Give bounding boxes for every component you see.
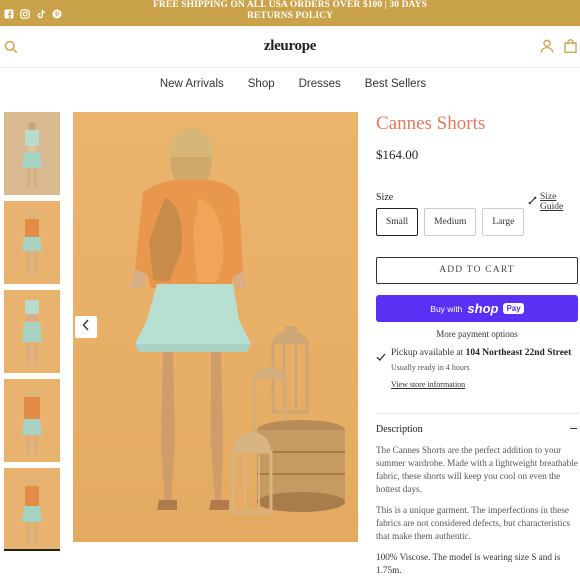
- description-paragraph: This is a unique garment. The imperfecti…: [376, 505, 571, 541]
- promo-text: FREE SHIPPING ON ALL USA ORDERS OVER $10…: [153, 0, 427, 21]
- pickup-ready-time: Usually ready in 4 hours: [391, 363, 470, 372]
- thumbnail-gallery: [4, 112, 60, 557]
- divider: [376, 413, 578, 414]
- size-guide-label: Size Guide: [540, 192, 564, 212]
- model-photo: [129, 128, 345, 514]
- main-nav: New Arrivals Shop Dresses Best Sellers: [0, 68, 580, 102]
- main-product-image[interactable]: [73, 112, 358, 542]
- add-to-cart-button[interactable]: ADD TO CART: [376, 257, 578, 284]
- site-logo[interactable]: zleurope: [0, 38, 580, 55]
- size-label: Size: [376, 192, 394, 203]
- product-title: Cannes Shorts: [376, 113, 486, 134]
- description-heading[interactable]: Description: [376, 424, 423, 435]
- pinterest-icon[interactable]: [52, 6, 62, 19]
- size-guide-link[interactable]: Size Guide: [528, 192, 580, 212]
- buy-with-label: Buy with: [430, 303, 463, 314]
- description-body: The Cannes Shorts are the perfect additi…: [376, 444, 580, 580]
- model-photo: [22, 478, 42, 544]
- nav-item-best-sellers[interactable]: Best Sellers: [365, 68, 426, 102]
- ruler-icon: [528, 196, 537, 208]
- shop-pay-button[interactable]: Buy with shop Pay: [376, 295, 578, 322]
- tiktok-icon[interactable]: [36, 6, 46, 19]
- description-paragraph: 100% Viscose. The model is wearing size …: [376, 552, 561, 575]
- previous-image-button[interactable]: [75, 316, 97, 338]
- product-thumbnail[interactable]: [4, 112, 60, 195]
- product-thumbnail[interactable]: [4, 290, 60, 373]
- nav-item-shop[interactable]: Shop: [248, 68, 275, 102]
- announcement-bar: FREE SHIPPING ON ALL USA ORDERS OVER $10…: [0, 0, 580, 26]
- view-store-info-link[interactable]: View store information: [391, 380, 465, 389]
- product-thumbnail[interactable]: [4, 379, 60, 462]
- model-photo: [22, 300, 42, 366]
- model-photo: [22, 211, 42, 275]
- more-payment-options-link[interactable]: More payment options: [376, 329, 578, 339]
- product-thumbnail-active[interactable]: [4, 468, 60, 551]
- check-icon: [376, 349, 386, 361]
- product-price: $164.00: [376, 147, 419, 162]
- pickup-location: 104 Northeast 22nd Street: [465, 348, 572, 358]
- model-photo: [22, 122, 42, 188]
- account-icon[interactable]: [540, 39, 554, 53]
- pickup-prefix: Pickup available at: [391, 348, 466, 358]
- size-selector: Small Medium Large: [376, 208, 525, 236]
- model-photo: [22, 389, 42, 455]
- cart-icon[interactable]: [564, 39, 577, 53]
- chevron-left-icon: [82, 318, 90, 336]
- size-option-small[interactable]: Small: [376, 208, 419, 236]
- instagram-icon[interactable]: [20, 6, 30, 19]
- pay-badge: Pay: [503, 303, 524, 314]
- size-option-medium[interactable]: Medium: [424, 208, 477, 236]
- nav-item-dresses[interactable]: Dresses: [299, 68, 341, 102]
- nav-item-new-arrivals[interactable]: New Arrivals: [160, 68, 224, 102]
- site-header: zleurope: [0, 26, 580, 68]
- size-option-large[interactable]: Large: [482, 208, 525, 236]
- pickup-text: Pickup available at 104 Northeast 22nd S…: [391, 348, 571, 358]
- facebook-icon[interactable]: [4, 6, 14, 19]
- description-paragraph: The Cannes Shorts are the perfect additi…: [376, 445, 578, 494]
- minus-icon[interactable]: [570, 428, 577, 429]
- social-links: [4, 6, 62, 19]
- product-thumbnail[interactable]: [4, 201, 60, 284]
- shop-brand-label: shop: [467, 301, 499, 316]
